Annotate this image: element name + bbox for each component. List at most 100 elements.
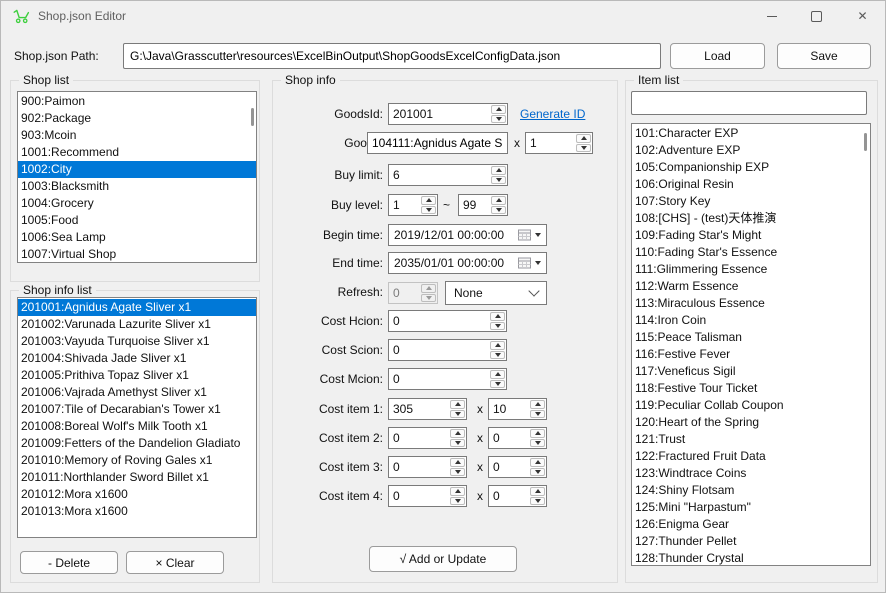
- shop-info-list-item[interactable]: 201005:Prithiva Topaz Sliver x1: [18, 367, 256, 384]
- cost-item-4-count-spinner[interactable]: 0: [488, 485, 547, 507]
- goodsid-spinner[interactable]: 201001: [388, 103, 508, 125]
- spinner-arrows-icon[interactable]: [449, 428, 466, 448]
- spinner-arrows-icon[interactable]: [489, 311, 506, 331]
- item-list-item[interactable]: 120:Heart of the Spring: [632, 414, 870, 431]
- shop-list-item[interactable]: 1002:City: [18, 161, 256, 178]
- load-button[interactable]: Load: [670, 43, 765, 69]
- shop-info-list-item[interactable]: 201013:Mora x1600: [18, 503, 256, 520]
- spinner-arrows-icon[interactable]: [449, 457, 466, 477]
- cost-item-2-id-spinner[interactable]: 0: [388, 427, 467, 449]
- shop-info-list-item[interactable]: 201009:Fetters of the Dandelion Gladiato: [18, 435, 256, 452]
- shop-list-item[interactable]: 900:Paimon: [18, 93, 256, 110]
- shop-list-item[interactable]: 1006:Sea Lamp: [18, 229, 256, 246]
- cost-item-3-count-spinner[interactable]: 0: [488, 456, 547, 478]
- shop-info-list-item[interactable]: 201002:Varunada Lazurite Sliver x1: [18, 316, 256, 333]
- item-list-item[interactable]: 107:Story Key: [632, 193, 870, 210]
- item-list-item[interactable]: 127:Thunder Pellet: [632, 533, 870, 550]
- item-list-item[interactable]: 125:Mini "Harpastum": [632, 499, 870, 516]
- buy-limit-spinner[interactable]: 6: [388, 164, 508, 186]
- shop-info-list-item[interactable]: 201003:Vayuda Turquoise Sliver x1: [18, 333, 256, 350]
- cost-item-1-id: 305: [389, 399, 449, 419]
- minimize-button[interactable]: [749, 0, 794, 32]
- item-list-item[interactable]: 118:Festive Tour Ticket: [632, 380, 870, 397]
- item-list-item[interactable]: 110:Fading Star's Essence: [632, 244, 870, 261]
- cost-item-1-id-spinner[interactable]: 305: [388, 398, 467, 420]
- shop-list-item[interactable]: 1001:Recommend: [18, 144, 256, 161]
- path-input[interactable]: [123, 43, 661, 69]
- item-list-item[interactable]: 105:Companionship EXP: [632, 159, 870, 176]
- begin-time-picker[interactable]: 2019/12/01 00:00:00: [388, 224, 547, 246]
- item-list-item[interactable]: 124:Shiny Flotsam: [632, 482, 870, 499]
- save-button[interactable]: Save: [777, 43, 871, 69]
- item-list-item[interactable]: 123:Windtrace Coins: [632, 465, 870, 482]
- item-list-item[interactable]: 122:Fractured Fruit Data: [632, 448, 870, 465]
- shop-info-list-item[interactable]: 201008:Boreal Wolf's Milk Tooth x1: [18, 418, 256, 435]
- delete-button[interactable]: - Delete: [20, 551, 118, 574]
- item-search-input[interactable]: [631, 91, 867, 115]
- item-list-item[interactable]: 101:Character EXP: [632, 125, 870, 142]
- item-list-item[interactable]: 119:Peculiar Collab Coupon: [632, 397, 870, 414]
- maximize-button[interactable]: [794, 0, 839, 32]
- item-list-item[interactable]: 128:Thunder Crystal: [632, 550, 870, 566]
- cost-mcion-spinner[interactable]: 0: [388, 368, 507, 390]
- spinner-arrows-icon[interactable]: [575, 133, 592, 153]
- shop-info-list-item[interactable]: 201010:Memory of Roving Gales x1: [18, 452, 256, 469]
- spinner-arrows-icon[interactable]: [529, 428, 546, 448]
- item-list-item[interactable]: 106:Original Resin: [632, 176, 870, 193]
- item-list-scrollbar[interactable]: [864, 133, 867, 151]
- goods-count-spinner[interactable]: 1: [525, 132, 593, 154]
- spinner-arrows-icon[interactable]: [449, 486, 466, 506]
- item-list-item[interactable]: 121:Trust: [632, 431, 870, 448]
- generate-id-link[interactable]: Generate ID: [520, 103, 585, 125]
- item-list-item[interactable]: 115:Peace Talisman: [632, 329, 870, 346]
- spinner-arrows-icon[interactable]: [529, 486, 546, 506]
- item-list-item[interactable]: 114:Iron Coin: [632, 312, 870, 329]
- clear-button[interactable]: × Clear: [126, 551, 224, 574]
- spinner-arrows-icon[interactable]: [529, 399, 546, 419]
- end-time-picker[interactable]: 2035/01/01 00:00:00: [388, 252, 547, 274]
- item-list-item[interactable]: 116:Festive Fever: [632, 346, 870, 363]
- spinner-arrows-icon[interactable]: [529, 457, 546, 477]
- item-list-item[interactable]: 109:Fading Star's Might: [632, 227, 870, 244]
- goods-input[interactable]: [367, 132, 508, 154]
- cost-hcion-spinner[interactable]: 0: [388, 310, 507, 332]
- close-button[interactable]: ✕: [840, 0, 885, 32]
- spinner-arrows-icon[interactable]: [420, 195, 437, 215]
- item-list-item[interactable]: 117:Veneficus Sigil: [632, 363, 870, 380]
- item-list-item[interactable]: 108:[CHS] - (test)天体推演: [632, 210, 870, 227]
- shop-info-list-item[interactable]: 201011:Northlander Sword Billet x1: [18, 469, 256, 486]
- cost-item-3-id-spinner[interactable]: 0: [388, 456, 467, 478]
- item-list-item[interactable]: 111:Glimmering Essence: [632, 261, 870, 278]
- spinner-arrows-icon[interactable]: [490, 104, 507, 124]
- shop-list-item[interactable]: 1003:Blacksmith: [18, 178, 256, 195]
- spinner-arrows-icon[interactable]: [449, 399, 466, 419]
- cost-scion-spinner[interactable]: 0: [388, 339, 507, 361]
- cost-item-2-count-spinner[interactable]: 0: [488, 427, 547, 449]
- item-list-item[interactable]: 126:Enigma Gear: [632, 516, 870, 533]
- shop-info-list-item[interactable]: 201006:Vajrada Amethyst Sliver x1: [18, 384, 256, 401]
- spinner-arrows-icon[interactable]: [490, 195, 507, 215]
- spinner-arrows-icon[interactable]: [490, 165, 507, 185]
- shop-info-list-item[interactable]: 201001:Agnidus Agate Sliver x1: [18, 299, 256, 316]
- cost-item-2-multiply-label: x: [477, 427, 483, 449]
- shop-list-scrollbar[interactable]: [251, 108, 254, 126]
- spinner-arrows-icon[interactable]: [489, 369, 506, 389]
- refresh-mode-dropdown[interactable]: None: [445, 281, 547, 305]
- item-list-item[interactable]: 112:Warm Essence: [632, 278, 870, 295]
- add-or-update-button[interactable]: √ Add or Update: [369, 546, 517, 572]
- buy-level-max-spinner[interactable]: 99: [458, 194, 508, 216]
- item-list-item[interactable]: 113:Miraculous Essence: [632, 295, 870, 312]
- cost-item-1-count-spinner[interactable]: 10: [488, 398, 547, 420]
- spinner-arrows-icon[interactable]: [489, 340, 506, 360]
- item-list-item[interactable]: 102:Adventure EXP: [632, 142, 870, 159]
- shop-list-item[interactable]: 1005:Food: [18, 212, 256, 229]
- shop-list-item[interactable]: 1007:Virtual Shop: [18, 246, 256, 263]
- shop-info-list-item[interactable]: 201004:Shivada Jade Sliver x1: [18, 350, 256, 367]
- shop-list-item[interactable]: 903:Mcoin: [18, 127, 256, 144]
- buy-level-min-spinner[interactable]: 1: [388, 194, 438, 216]
- cost-item-4-id-spinner[interactable]: 0: [388, 485, 467, 507]
- shop-list-item[interactable]: 1004:Grocery: [18, 195, 256, 212]
- shop-info-list-item[interactable]: 201012:Mora x1600: [18, 486, 256, 503]
- shop-info-list-item[interactable]: 201007:Tile of Decarabian's Tower x1: [18, 401, 256, 418]
- shop-list-item[interactable]: 902:Package: [18, 110, 256, 127]
